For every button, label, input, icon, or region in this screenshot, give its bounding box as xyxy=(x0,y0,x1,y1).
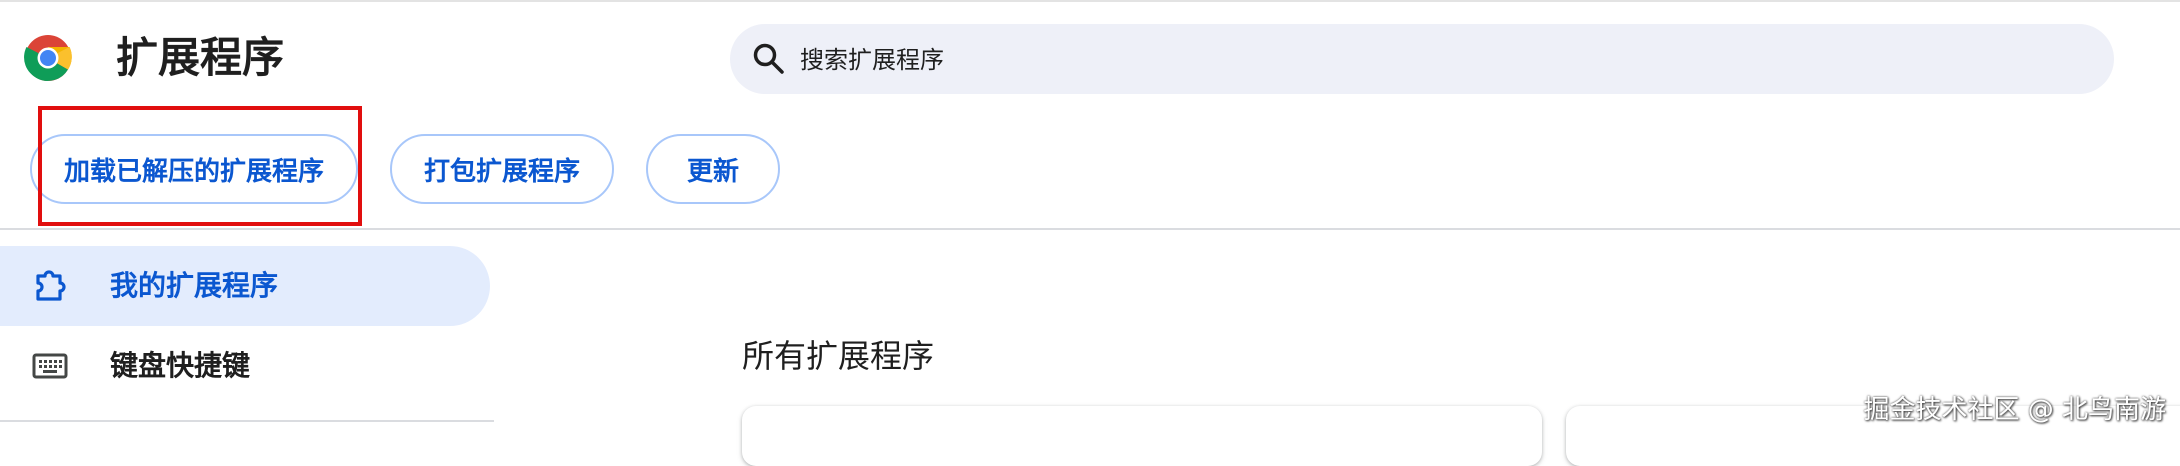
sidebar-item-keyboard-shortcuts[interactable]: 键盘快捷键 xyxy=(0,326,490,406)
search-icon[interactable] xyxy=(752,42,786,76)
keyboard-icon xyxy=(32,353,68,379)
extension-card xyxy=(742,406,1542,466)
search-bar[interactable] xyxy=(730,24,2114,96)
sidebar-item-my-extensions[interactable]: 我的扩展程序 xyxy=(0,246,490,326)
sidebar-item-label: 我的扩展程序 xyxy=(110,269,279,302)
sidebar-divider xyxy=(0,420,494,422)
chrome-logo-icon xyxy=(24,35,72,82)
section-title: 所有扩展程序 xyxy=(742,337,935,375)
update-button[interactable]: 更新 xyxy=(646,134,780,204)
pack-extension-button[interactable]: 打包扩展程序 xyxy=(390,134,614,204)
sidebar-item-label: 键盘快捷键 xyxy=(110,349,251,382)
page-title: 扩展程序 xyxy=(116,33,285,82)
top-border xyxy=(0,0,2180,2)
search-input[interactable] xyxy=(798,24,2082,96)
extension-puzzle-icon xyxy=(36,270,66,301)
watermark-text: 掘金技术社区 @ 北鸟南游 xyxy=(1863,395,2166,425)
load-unpacked-button[interactable]: 加载已解压的扩展程序 xyxy=(30,134,358,204)
toolbar-divider xyxy=(0,228,2180,230)
